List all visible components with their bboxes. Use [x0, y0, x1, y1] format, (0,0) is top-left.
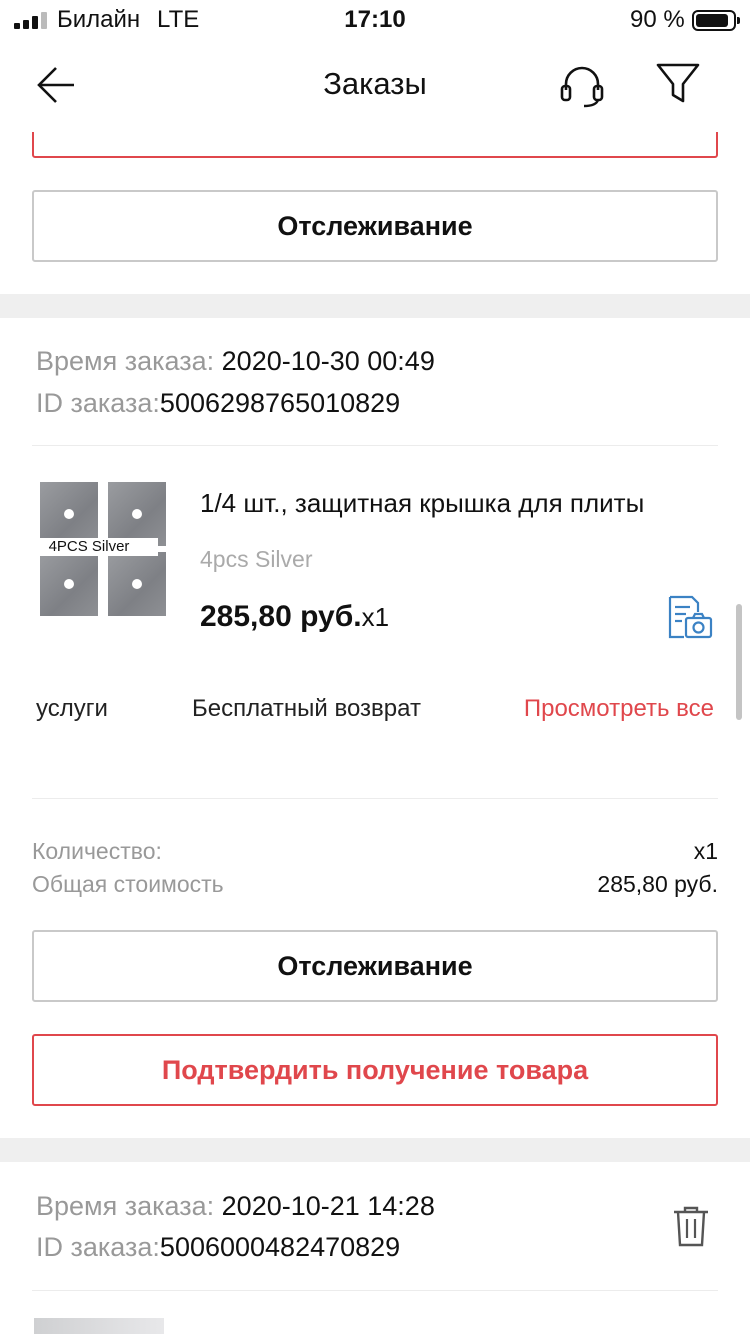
product-quantity: x1 [361, 602, 390, 632]
nav-bar: Заказы [0, 40, 750, 132]
next-order-id: ID заказа:5006000482470829 [36, 1232, 400, 1263]
divider [32, 798, 718, 799]
next-order-time-label: Время заказа: [36, 1191, 215, 1221]
orders-screen: Билайн LTE 17:10 90 % Оставить отзыв Отс… [0, 0, 750, 1334]
battery-icon [692, 10, 740, 31]
next-product-image[interactable] [34, 1318, 164, 1334]
product-variant: 4pcs Silver [200, 546, 313, 572]
free-return-service: Бесплатный возврат [192, 695, 421, 722]
next-order-time-value: 2020-10-21 14:28 [221, 1191, 435, 1221]
next-order-id-label: ID заказа: [36, 1232, 160, 1262]
confirm-receipt-button[interactable]: Подтвердить получение товара [32, 1034, 718, 1106]
quantity-value: x1 [693, 838, 718, 864]
snapshot-camera-icon[interactable] [664, 594, 714, 640]
section-separator [0, 1138, 750, 1162]
order-time-value: 2020-10-30 00:49 [221, 346, 435, 376]
battery-percent: 90 % [630, 6, 685, 33]
tracking-button[interactable]: Отслеживание [32, 930, 718, 1002]
view-all-services-link[interactable]: Просмотреть все [524, 695, 714, 723]
order-time-label: Время заказа: [36, 346, 215, 376]
product-price: 285,80 руб. [200, 600, 362, 633]
headset-icon[interactable] [558, 62, 606, 110]
order-id-value: 5006298765010829 [159, 388, 401, 418]
status-bar: Билайн LTE 17:10 90 % [0, 0, 750, 40]
scrollbar[interactable] [736, 604, 742, 720]
page-title: Заказы [323, 66, 427, 101]
total-cost-label: Общая стоимость [32, 871, 224, 897]
trash-icon[interactable] [670, 1204, 712, 1248]
next-order-id-value: 5006000482470829 [159, 1232, 401, 1262]
product-image-label: 4PCS Silver [20, 538, 158, 556]
product-price-row: 285,80 руб.x1 [200, 600, 389, 634]
section-separator [0, 294, 750, 318]
previous-order-tracking-button[interactable]: Отслеживание [32, 190, 718, 262]
order-time: Время заказа: 2020-10-30 00:49 [36, 346, 435, 377]
divider [32, 1290, 718, 1291]
divider [32, 445, 718, 446]
quantity-label: Количество: [32, 838, 162, 864]
order-id: ID заказа:5006298765010829 [36, 388, 400, 419]
services-label: услуги [36, 695, 108, 722]
product-title[interactable]: 1/4 шт., защитная крышка для плиты [200, 488, 644, 519]
next-order-time: Время заказа: 2020-10-21 14:28 [36, 1191, 435, 1222]
total-cost-value: 285,80 руб. [597, 871, 718, 897]
filter-icon[interactable] [654, 60, 702, 108]
order-id-label: ID заказа: [36, 388, 160, 418]
